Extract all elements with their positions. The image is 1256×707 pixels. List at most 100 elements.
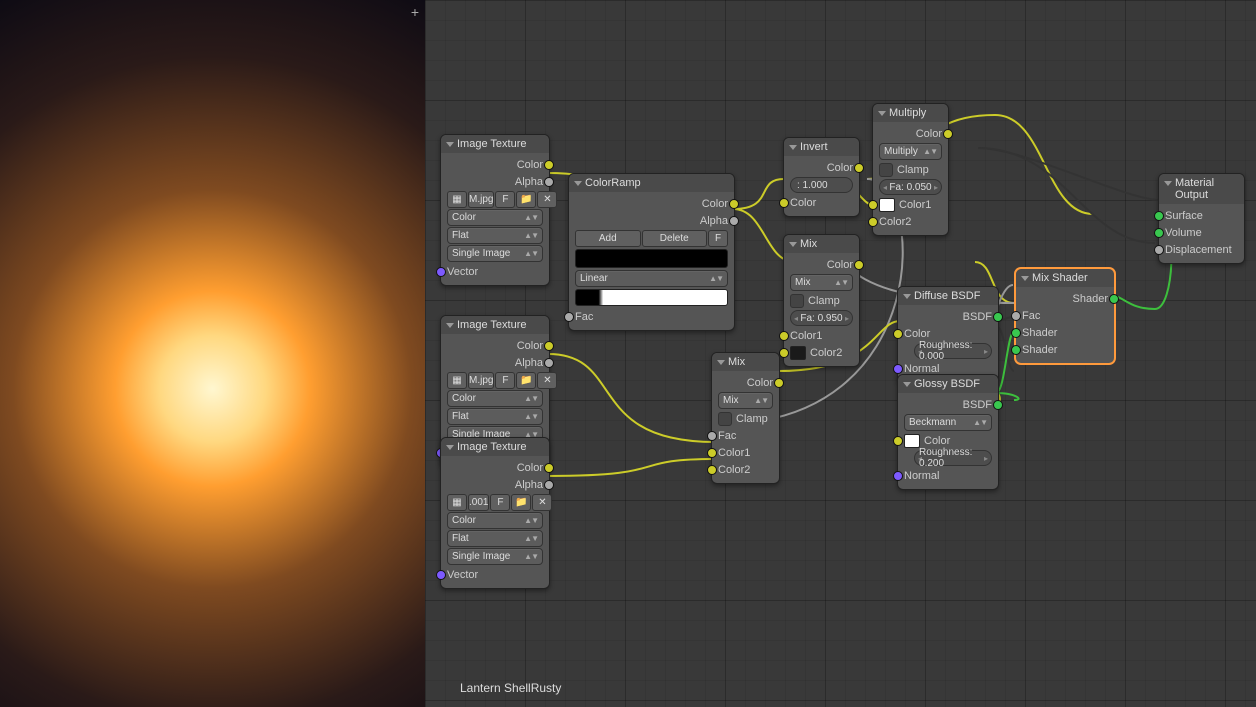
node-mix-2[interactable]: Mix Color Mix▲▼ Clamp Fac Color1 Color2 (711, 352, 780, 484)
dropdown-blend[interactable]: Mix▲▼ (718, 392, 773, 409)
fac-value[interactable]: : 1.000 (790, 177, 853, 193)
node-mix-shader[interactable]: Mix Shader Shader Fac Shader Shader (1015, 268, 1115, 364)
browse-icon[interactable]: ▦ (447, 191, 467, 208)
add-button[interactable]: Add (575, 230, 641, 247)
socket-out-color[interactable] (544, 463, 554, 473)
socket-in-fac[interactable] (564, 312, 574, 322)
socket-in-displacement[interactable] (1154, 245, 1164, 255)
dropdown-colorspace[interactable]: Color▲▼ (447, 209, 543, 226)
socket-out-color[interactable] (729, 199, 739, 209)
socket-out-alpha[interactable] (544, 480, 554, 490)
gradient-editor[interactable] (575, 289, 728, 306)
socket-in-color1[interactable] (868, 200, 878, 210)
dropdown-projection[interactable]: Flat▲▼ (447, 408, 543, 425)
image-name[interactable]: M.jpg (468, 191, 494, 208)
socket-in-color[interactable] (779, 198, 789, 208)
socket-in-normal[interactable] (893, 471, 903, 481)
flip-button[interactable]: F (708, 230, 728, 247)
fake-user-button[interactable]: F (495, 191, 515, 208)
node-title: Glossy BSDF (898, 375, 998, 393)
dropdown-colorspace[interactable]: Color▲▼ (447, 390, 543, 407)
socket-in-surface[interactable] (1154, 211, 1164, 221)
node-title: Mix (784, 235, 859, 253)
dropdown-source[interactable]: Single Image▲▼ (447, 245, 543, 262)
render-preview: + (0, 0, 425, 707)
node-title: Diffuse BSDF (898, 287, 998, 305)
socket-in-color1[interactable] (779, 331, 789, 341)
node-title: Mix Shader (1016, 269, 1114, 287)
node-image-texture-1[interactable]: Image Texture Color Alpha ▦ M.jpg F 📁 ✕ … (440, 134, 550, 286)
checkbox-clamp[interactable] (718, 412, 732, 426)
image-selector[interactable]: ▦ .001 F 📁 ✕ (447, 494, 543, 511)
unlink-icon[interactable]: ✕ (537, 191, 557, 208)
node-colorramp[interactable]: ColorRamp Color Alpha Add Delete F Linea… (568, 173, 735, 331)
socket-in-color[interactable] (893, 436, 903, 446)
node-title: Mix (712, 353, 779, 371)
delete-button[interactable]: Delete (642, 230, 708, 247)
node-mix-1[interactable]: Mix Color Mix▲▼ Clamp ◂Fa: 0.950▸ Color1… (783, 234, 860, 367)
socket-out-color[interactable] (854, 260, 864, 270)
dropdown-source[interactable]: Single Image▲▼ (447, 548, 543, 565)
fac-slider[interactable]: ◂Fa: 0.050▸ (879, 179, 942, 195)
checkbox-clamp[interactable] (790, 294, 804, 308)
node-title: Multiply (873, 104, 948, 122)
socket-in-volume[interactable] (1154, 228, 1164, 238)
node-multiply[interactable]: Multiply Color Multiply▲▼ Clamp ◂Fa: 0.0… (872, 103, 949, 236)
node-diffuse-bsdf[interactable]: Diffuse BSDF BSDF Color ◂Roughness: 0.00… (897, 286, 999, 383)
socket-in-color2[interactable] (707, 465, 717, 475)
material-name: Lantern ShellRusty (460, 681, 561, 695)
color-swatch[interactable] (790, 346, 806, 360)
socket-label: Color (517, 159, 543, 171)
socket-out-color[interactable] (544, 160, 554, 170)
node-title: Image Texture (441, 438, 549, 456)
socket-in-color2[interactable] (779, 348, 789, 358)
socket-in-normal[interactable] (893, 364, 903, 374)
socket-out-bsdf[interactable] (993, 312, 1003, 322)
socket-out-color[interactable] (774, 378, 784, 388)
socket-out-alpha[interactable] (544, 358, 554, 368)
socket-out-color[interactable] (544, 341, 554, 351)
plus-icon: + (411, 4, 419, 20)
dropdown-blend[interactable]: Mix▲▼ (790, 274, 853, 291)
fac-slider[interactable]: ◂Fa: 0.950▸ (790, 310, 853, 326)
image-selector[interactable]: ▦ M.jpg F 📁 ✕ (447, 372, 543, 389)
socket-in-color2[interactable] (868, 217, 878, 227)
socket-in-vector[interactable] (436, 267, 446, 277)
socket-out-bsdf[interactable] (993, 400, 1003, 410)
dropdown-blend[interactable]: Multiply▲▼ (879, 143, 942, 160)
dropdown-projection[interactable]: Flat▲▼ (447, 227, 543, 244)
socket-in-fac[interactable] (707, 431, 717, 441)
dropdown-projection[interactable]: Flat▲▼ (447, 530, 543, 547)
node-glossy-bsdf[interactable]: Glossy BSDF BSDF Beckmann▲▼ Color ◂Rough… (897, 374, 999, 490)
node-image-texture-3[interactable]: Image Texture Color Alpha ▦ .001 F 📁 ✕ C… (440, 437, 550, 589)
socket-in-color1[interactable] (707, 448, 717, 458)
node-title: Image Texture (441, 135, 549, 153)
node-title: ColorRamp (569, 174, 734, 192)
socket-in-shader1[interactable] (1011, 328, 1021, 338)
socket-out-alpha[interactable] (729, 216, 739, 226)
image-selector[interactable]: ▦ M.jpg F 📁 ✕ (447, 191, 543, 208)
roughness-slider[interactable]: ◂Roughness: 0.200▸ (914, 450, 992, 466)
socket-in-fac[interactable] (1011, 311, 1021, 321)
color-swatch[interactable] (879, 198, 895, 212)
dropdown-distribution[interactable]: Beckmann▲▼ (904, 414, 992, 431)
roughness-slider[interactable]: ◂Roughness: 0.000▸ (914, 343, 992, 359)
dropdown-colorspace[interactable]: Color▲▼ (447, 512, 543, 529)
open-icon[interactable]: 📁 (516, 191, 536, 208)
socket-out-shader[interactable] (1109, 294, 1119, 304)
checkbox-clamp[interactable] (879, 163, 893, 177)
node-invert[interactable]: Invert Color : 1.000 Color (783, 137, 860, 217)
socket-label: Alpha (515, 176, 543, 188)
color-stop-preview[interactable] (575, 249, 728, 268)
dropdown-interpolation[interactable]: Linear▲▼ (575, 270, 728, 287)
socket-out-color[interactable] (854, 163, 864, 173)
socket-in-vector[interactable] (436, 570, 446, 580)
socket-in-shader2[interactable] (1011, 345, 1021, 355)
node-material-output[interactable]: Material Output Surface Volume Displacem… (1158, 173, 1245, 264)
node-title: Invert (784, 138, 859, 156)
socket-out-color[interactable] (943, 129, 953, 139)
node-title: Material Output (1159, 174, 1244, 204)
color-swatch[interactable] (904, 434, 920, 448)
socket-out-alpha[interactable] (544, 177, 554, 187)
socket-in-color[interactable] (893, 329, 903, 339)
